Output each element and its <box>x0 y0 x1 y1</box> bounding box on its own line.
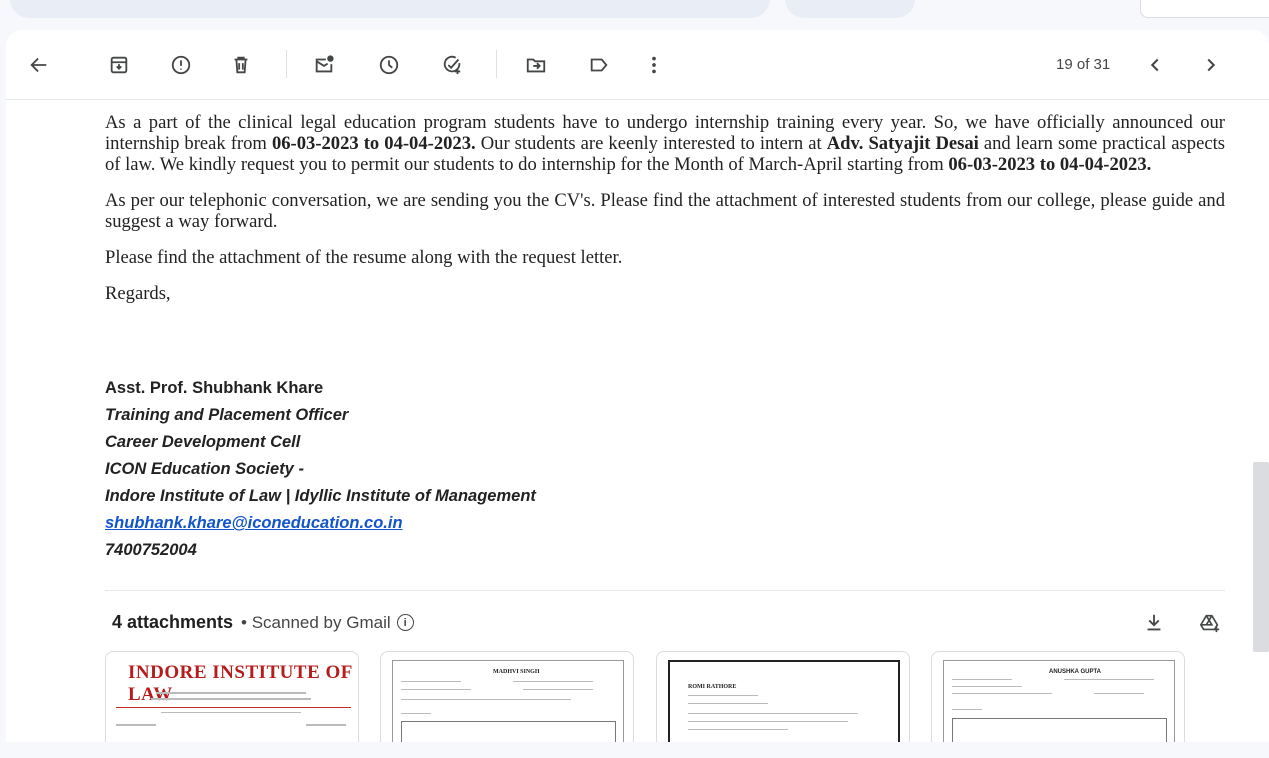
chevron-left-icon[interactable] <box>1142 52 1168 78</box>
attachment-thumbnail[interactable]: ANUSHKA GUPTA <box>931 651 1185 742</box>
attachments-divider <box>105 590 1225 591</box>
attachment-preview-title: ROMI RATHORE <box>688 684 737 690</box>
email-regards: Regards, <box>105 283 171 304</box>
move-to-icon[interactable] <box>523 52 549 78</box>
signature-institute: Indore Institute of Law | Idyllic Instit… <box>105 487 536 505</box>
advocate-name: Adv. Satyajit Desai <box>826 133 979 154</box>
attachment-thumbnail[interactable]: INDORE INSTITUTE OF LAW <box>105 651 359 742</box>
toolbar-separator <box>286 50 287 78</box>
clock-icon[interactable] <box>376 52 402 78</box>
search-filter-chip[interactable] <box>785 0 915 18</box>
email-paragraph: As a part of the clinical legal educatio… <box>105 112 1225 175</box>
more-vert-icon[interactable] <box>641 52 667 78</box>
email-toolbar: 19 of 31 <box>6 30 1269 100</box>
signature-name: Asst. Prof. Shubhank Khare <box>105 379 324 397</box>
info-icon[interactable]: i <box>396 614 414 631</box>
trash-icon[interactable] <box>228 52 254 78</box>
mark-unread-icon[interactable] <box>311 52 337 78</box>
attachment-thumbnail[interactable]: MADHVI SINGH <box>380 651 634 742</box>
signature-title: Training and Placement Officer <box>105 406 349 424</box>
email-view-panel: 19 of 31 As a part of the clinical legal… <box>6 30 1269 742</box>
toolbar-separator <box>496 50 497 78</box>
archive-icon[interactable] <box>106 52 132 78</box>
download-icon[interactable] <box>1141 610 1167 636</box>
email-body: As a part of the clinical legal educatio… <box>105 112 1225 319</box>
scanned-by-gmail: • Scanned by Gmail <box>241 612 391 632</box>
top-right-control[interactable] <box>1140 0 1269 18</box>
attachments-count: 4 attachments <box>112 612 234 632</box>
top-search-strip <box>0 0 1269 30</box>
label-icon[interactable] <box>586 52 612 78</box>
email-paragraph: Please find the attachment of the resume… <box>105 247 623 268</box>
signature-dept: Career Development Cell <box>105 433 301 451</box>
email-paragraph: As per our telephonic conversation, we a… <box>105 190 1225 232</box>
attachment-preview-title: MADHVI SINGH <box>493 669 540 675</box>
signature-phone: 7400752004 <box>105 541 197 559</box>
back-arrow-icon[interactable] <box>26 52 52 78</box>
search-bar[interactable] <box>10 0 770 18</box>
attachments-header: 4 attachments • Scanned by Gmail i <box>112 612 414 633</box>
add-task-icon[interactable] <box>439 52 465 78</box>
email-signature: Asst. Prof. Shubhank Khare Training and … <box>105 375 536 564</box>
report-spam-icon[interactable] <box>168 52 194 78</box>
signature-email-link[interactable]: shubhank.khare@iconeducation.co.in <box>105 514 403 532</box>
internship-dates: 06-03-2023 to 04-04-2023. <box>948 154 1152 175</box>
internship-dates: 06-03-2023 to 04-04-2023. <box>271 133 476 154</box>
attachment-thumbnail[interactable]: ROMI RATHORE <box>656 651 910 742</box>
bottom-bar <box>0 742 1269 758</box>
signature-org: ICON Education Society - <box>105 460 304 478</box>
chevron-right-icon[interactable] <box>1198 52 1224 78</box>
attachment-preview-title: ANUSHKA GUPTA <box>1049 669 1101 675</box>
scrollbar-thumb[interactable] <box>1253 462 1269 652</box>
message-counter: 19 of 31 <box>1056 56 1111 73</box>
add-to-drive-icon[interactable] <box>1197 610 1223 636</box>
text-span: Our students are keenly interested to in… <box>475 133 827 154</box>
